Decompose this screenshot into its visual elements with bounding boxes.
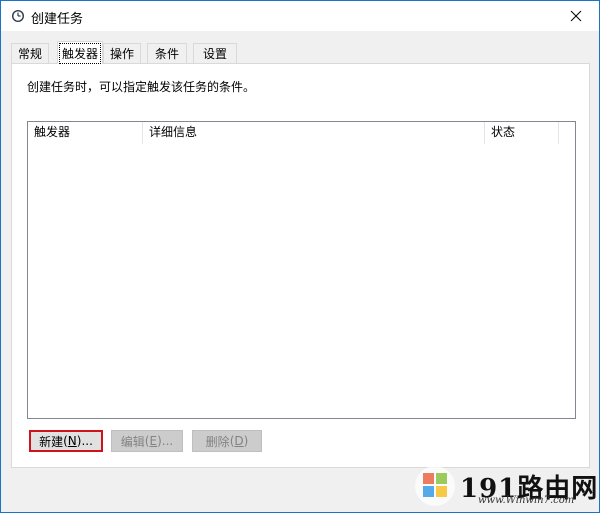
tab-general[interactable]: 常规 <box>11 43 49 63</box>
create-task-dialog: 创建任务 常规 触发器 操作 条件 设置 创建任务时，可以指定触发该任务的条件。 <box>0 0 600 513</box>
triggers-panel: 创建任务时，可以指定触发该任务的条件。 触发器 详细信息 状态 新建(N)...… <box>11 63 590 468</box>
close-icon <box>570 10 582 22</box>
column-header-details[interactable]: 详细信息 <box>143 122 485 144</box>
column-header-trigger[interactable]: 触发器 <box>28 122 143 144</box>
mnemonic: N <box>67 434 77 448</box>
window-title: 创建任务 <box>31 12 84 27</box>
watermark-url: www.Winwin7.com <box>478 495 575 506</box>
tab-label: 常规 <box>17 47 42 61</box>
mnemonic: D <box>234 434 244 448</box>
delete-trigger-button[interactable]: 删除(D) <box>192 430 262 452</box>
triggers-list[interactable]: 触发器 详细信息 状态 <box>27 121 576 419</box>
clock-icon <box>12 10 24 22</box>
button-label: 删除 <box>205 434 230 449</box>
close-button[interactable] <box>553 1 599 31</box>
button-label: 编辑 <box>120 434 145 449</box>
button-label: 新建 <box>39 434 64 449</box>
edit-trigger-button[interactable]: 编辑(E)... <box>111 430 183 452</box>
column-header-status[interactable]: 状态 <box>485 122 559 144</box>
tab-label: 设置 <box>202 47 227 61</box>
ellipsis: ... <box>161 434 174 448</box>
tab-actions[interactable]: 操作 <box>103 43 141 63</box>
list-header: 触发器 详细信息 状态 <box>28 122 575 144</box>
tab-label: 触发器 <box>58 42 102 64</box>
tab-triggers[interactable]: 触发器 <box>57 41 103 64</box>
tab-label: 条件 <box>154 47 179 61</box>
tab-settings[interactable]: 设置 <box>193 43 237 63</box>
ellipsis: ... <box>81 434 93 448</box>
mnemonic: E <box>149 434 158 448</box>
tab-conditions[interactable]: 条件 <box>147 43 187 63</box>
tab-label: 操作 <box>109 47 134 61</box>
new-trigger-button[interactable]: 新建(N)... <box>29 430 103 452</box>
panel-description: 创建任务时，可以指定触发该任务的条件。 <box>27 80 256 94</box>
title-bar[interactable]: 创建任务 <box>1 1 599 31</box>
